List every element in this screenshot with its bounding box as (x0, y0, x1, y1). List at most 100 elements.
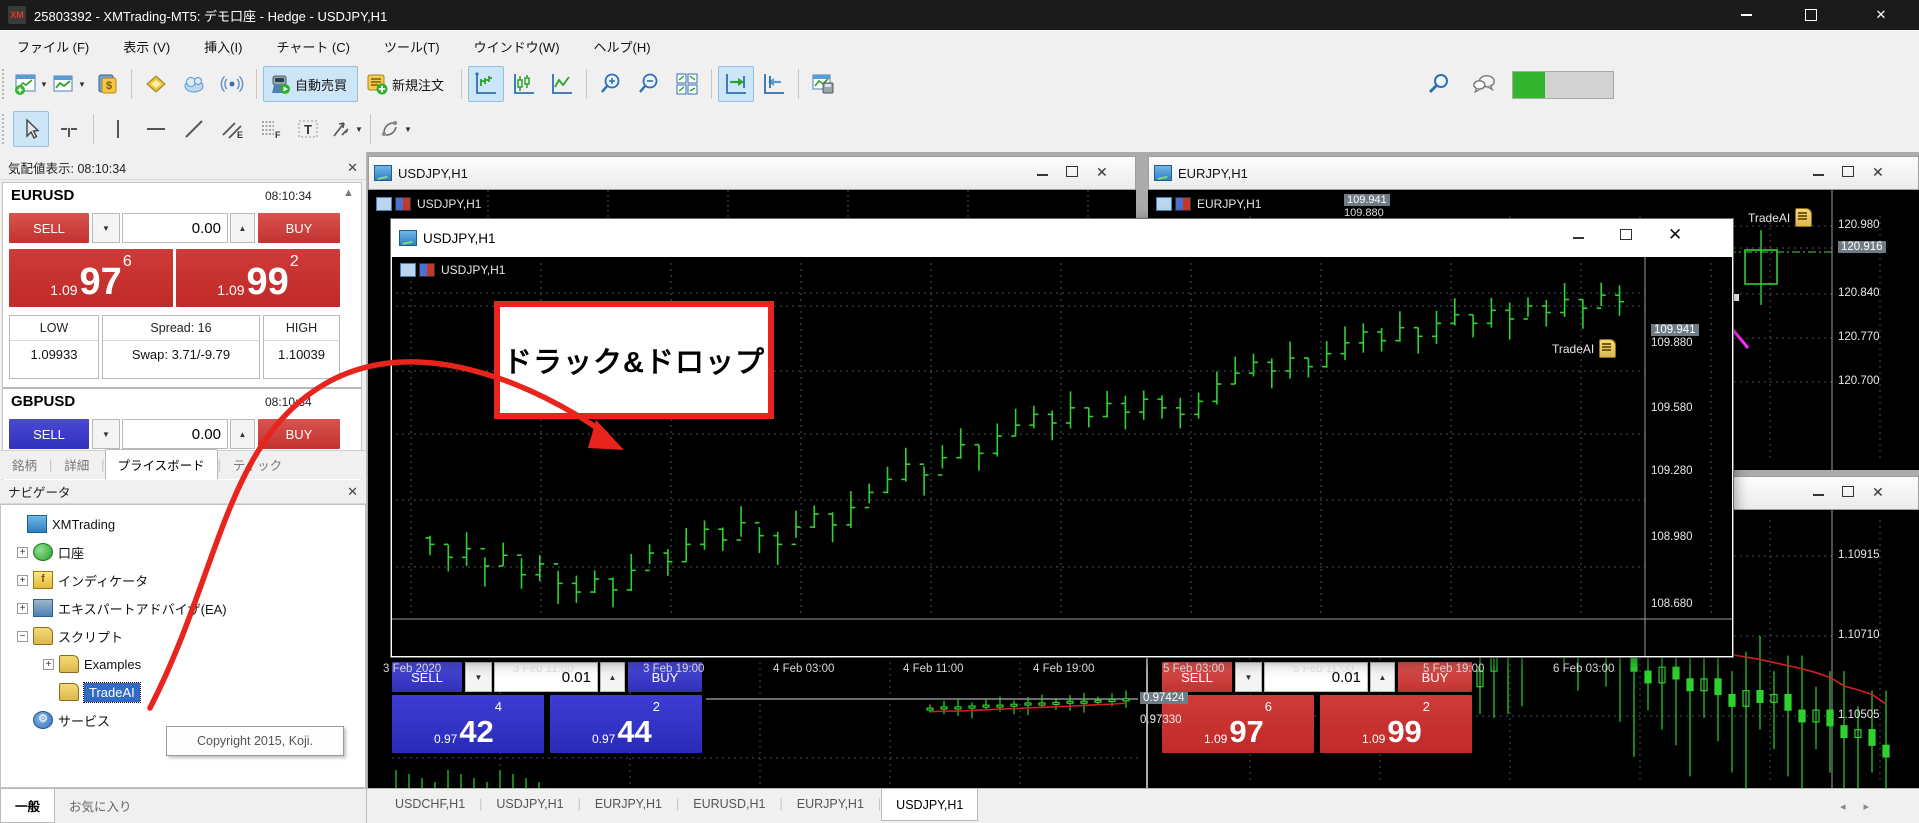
signals-button[interactable] (214, 66, 250, 102)
maximize-icon[interactable] (1066, 166, 1078, 177)
text-button[interactable]: T (290, 111, 326, 147)
scroll-right-icon[interactable]: ▸ (1864, 800, 1870, 813)
minimize-window-button[interactable] (1723, 0, 1769, 30)
bid-price-tile[interactable]: 0.97424 (392, 695, 544, 753)
maximize-window-button[interactable] (1788, 0, 1834, 30)
navigator-item--[interactable]: +fインディケータ (1, 567, 361, 593)
scroll-up-icon[interactable]: ▲ (343, 187, 354, 199)
menu-item-5[interactable]: ウインドウ(W) (457, 30, 577, 62)
scroll-left-icon[interactable]: ◂ (1840, 800, 1846, 813)
shapes-button[interactable]: ▼ (328, 111, 364, 147)
search-button[interactable] (1421, 66, 1457, 102)
market-watch-tab-0[interactable]: 銘柄 (0, 450, 49, 479)
navigator-item-examples[interactable]: + Examples (1, 651, 361, 677)
close-icon[interactable]: ✕ (1872, 487, 1884, 497)
algo-trading-button[interactable]: 自動売買 (263, 66, 358, 102)
close-icon[interactable]: ✕ (1668, 230, 1682, 240)
navigator-tab-0[interactable]: 一般 (0, 789, 55, 823)
chart-tab-3[interactable]: EURUSD,H1 (679, 789, 779, 819)
save-template-button[interactable] (805, 66, 841, 102)
chat-button[interactable] (1466, 66, 1502, 102)
navigator-item-label[interactable]: XMTrading (52, 517, 115, 532)
fibonacci-button[interactable]: F (252, 111, 288, 147)
volume-up-stepper[interactable]: ▲ (230, 419, 255, 449)
navigator-item--ea-[interactable]: +エキスパートアドバイザ(EA) (1, 595, 361, 621)
cursor-button[interactable] (13, 111, 49, 147)
market-watch-header[interactable]: 気配値表示: 08:10:34 ✕ (0, 156, 366, 180)
close-window-button[interactable]: ✕ (1858, 0, 1904, 30)
navigator-item--[interactable]: +口座 (1, 539, 361, 565)
navigator-item-xmtrading[interactable]: XMTrading (1, 511, 361, 537)
equidistant-channel-button[interactable]: E (214, 111, 250, 147)
zoom-out-button[interactable] (631, 66, 667, 102)
menu-item-3[interactable]: チャート (C) (259, 30, 367, 62)
window-usdjpy-title-bar[interactable]: USDJPY,H1 ✕ (368, 156, 1136, 190)
market-watch-tab-2[interactable]: プライスボード (105, 449, 218, 479)
chart-shift-button[interactable] (756, 66, 792, 102)
zoom-in-button[interactable] (593, 66, 629, 102)
menu-item-6[interactable]: ヘルプ(H) (577, 30, 668, 62)
maximize-icon[interactable] (1620, 229, 1632, 240)
navigator-item-label[interactable]: Examples (84, 657, 141, 672)
crosshair-button[interactable] (51, 111, 87, 147)
minimize-icon[interactable] (1037, 174, 1048, 176)
market-button[interactable] (138, 66, 174, 102)
menu-item-0[interactable]: ファイル (F) (0, 30, 106, 62)
ask-price-tile[interactable]: 1.09992 (176, 249, 340, 307)
profiles-button[interactable]: ▼ (51, 66, 87, 102)
menu-item-1[interactable]: 表示 (V) (106, 30, 187, 62)
navigator-item-label[interactable]: インディケータ (58, 571, 148, 590)
navigator-item-label[interactable]: スクリプト (58, 627, 123, 646)
menu-item-2[interactable]: 挿入(I) (187, 30, 259, 62)
minimize-icon[interactable] (1813, 174, 1824, 176)
floating-usdjpy-window[interactable]: USDJPY,H1 ✕ USDJPY,H1 TradeAI 109.941109… (390, 218, 1734, 658)
chart-tab-0[interactable]: USDCHF,H1 (381, 789, 479, 819)
menu-item-4[interactable]: ツール(T) (367, 30, 457, 62)
new-order-button[interactable]: 新規注文 (360, 66, 455, 102)
volume-up-stepper[interactable]: ▲ (1370, 662, 1395, 692)
navigator-item-label[interactable]: TradeAI (84, 683, 140, 702)
auto-scroll-button[interactable] (718, 66, 754, 102)
economic-calendar-button[interactable]: $ (89, 66, 125, 102)
buy-button[interactable]: BUY (258, 419, 340, 449)
volume-input[interactable]: 0.00 (122, 213, 228, 243)
expand-icon[interactable]: + (17, 547, 28, 558)
tile-windows-button[interactable] (669, 66, 705, 102)
vertical-line-button[interactable] (100, 111, 136, 147)
buy-button[interactable]: BUY (258, 213, 340, 243)
volume-dropdown[interactable]: ▼ (92, 419, 120, 449)
close-icon[interactable]: ✕ (1872, 167, 1884, 177)
expand-icon[interactable]: + (17, 603, 28, 614)
volume-up-stepper[interactable]: ▲ (600, 662, 625, 692)
close-icon[interactable]: ✕ (1096, 167, 1108, 177)
volume-dropdown[interactable]: ▼ (465, 662, 492, 692)
objects-button[interactable]: ▼ (377, 111, 413, 147)
chart-tab-5-active[interactable]: USDJPY,H1 (881, 788, 978, 821)
maximize-icon[interactable] (1842, 486, 1854, 497)
chart-tab-4[interactable]: EURJPY,H1 (783, 789, 878, 819)
market-watch-tab-1[interactable]: 詳細 (52, 450, 101, 479)
expand-icon[interactable]: + (43, 659, 54, 670)
minimize-icon[interactable] (1813, 494, 1824, 496)
volume-input[interactable]: 0.00 (122, 419, 228, 449)
volume-dropdown[interactable]: ▼ (1235, 662, 1262, 692)
line-chart-button[interactable] (544, 66, 580, 102)
floating-chart-area[interactable]: USDJPY,H1 TradeAI 109.941109.880109.5801… (392, 257, 1732, 656)
navigator-header[interactable]: ナビゲータ ✕ (0, 480, 366, 504)
market-watch-tab-3[interactable]: ティック (221, 450, 294, 479)
window-eurjpy-title-bar[interactable]: EURJPY,H1 ✕ (1148, 156, 1919, 190)
trendline-button[interactable] (176, 111, 212, 147)
sell-button[interactable]: SELL (9, 419, 89, 449)
candlestick-button[interactable] (506, 66, 542, 102)
close-icon[interactable]: ✕ (347, 484, 358, 500)
toolbar-grip[interactable] (2, 69, 10, 99)
bid-price-tile[interactable]: 1.09976 (9, 249, 173, 307)
bar-chart-button[interactable] (468, 66, 504, 102)
depth-of-market-icon[interactable] (419, 263, 435, 277)
chart-tab-1[interactable]: USDJPY,H1 (482, 789, 577, 819)
volume-up-stepper[interactable]: ▲ (230, 213, 255, 243)
floating-window-title-bar[interactable]: USDJPY,H1 ✕ (391, 219, 1733, 257)
maximize-icon[interactable] (1842, 166, 1854, 177)
horizontal-line-button[interactable] (138, 111, 174, 147)
navigator-item-label[interactable]: サービス (58, 711, 110, 730)
